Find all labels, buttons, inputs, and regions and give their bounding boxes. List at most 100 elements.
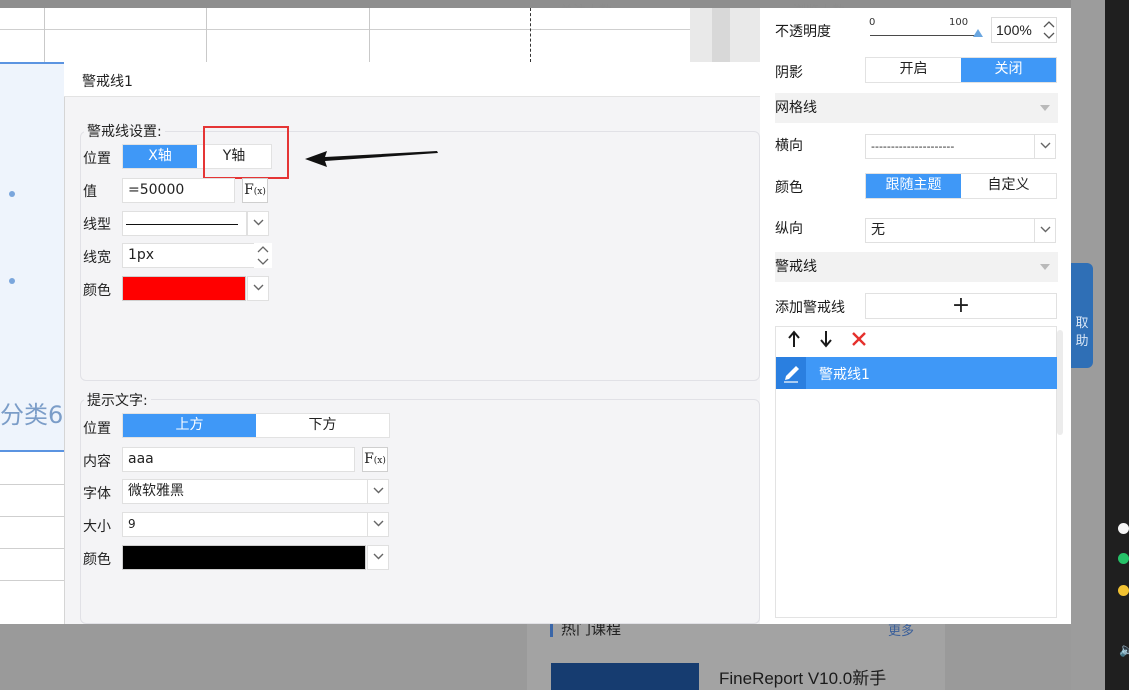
slider-thumb[interactable] [973,29,983,37]
tray-icon[interactable] [1118,585,1129,596]
chevron-down-icon[interactable] [247,276,269,301]
page-boundary-line [530,8,531,62]
vertical-label: 纵向 [775,221,803,237]
formula-sub: (x) [253,187,266,197]
above-option[interactable]: 上方 [123,414,256,437]
grid-line [369,8,370,62]
font-select[interactable]: 微软雅黑 [122,479,368,504]
shadow-off-option[interactable]: 关闭 [961,58,1056,82]
chevron-down-icon[interactable] [367,545,389,570]
content-label: 内容 [83,454,111,470]
editor-scrollbar[interactable] [712,8,730,68]
color-swatch[interactable] [122,545,366,570]
slider-max-label: 100 [949,17,969,28]
position-label: 位置 [83,421,111,437]
follow-theme-option[interactable]: 跟随主题 [866,174,961,198]
line-width-label: 线宽 [83,250,111,266]
horizontal-line-select[interactable]: --------------------- [865,134,1035,159]
section-title: 网格线 [775,100,817,116]
color-label: 颜色 [83,552,111,568]
chart-point [9,278,15,284]
content-input[interactable]: aaa [122,447,355,472]
formula-button[interactable]: F(x) [242,178,268,203]
shadow-label: 阴影 [775,65,803,81]
opacity-label: 不透明度 [775,24,831,40]
color-swatch[interactable] [122,276,246,301]
chart-category-label: 分类6 [0,401,64,429]
add-warning-button[interactable]: + [865,293,1057,319]
chevron-down-icon[interactable] [247,211,269,236]
course-thumbnail[interactable] [551,663,699,690]
opacity-spinner[interactable] [1041,17,1057,43]
grid-line [44,8,45,62]
group-title: 提示文字: [84,390,151,410]
line-width-input[interactable]: 1px [122,243,255,268]
grid-line [0,516,64,517]
slider-min-label: 0 [869,17,876,28]
formula-sub: (x) [373,456,386,466]
arrow-down-icon[interactable] [819,330,833,353]
collapse-icon [1040,264,1050,270]
color-label: 颜色 [83,283,111,299]
size-select[interactable]: 9 [122,512,368,537]
dialog-header [64,62,775,97]
float-btn-text: 助 [1075,334,1089,349]
collapse-icon [1040,105,1050,111]
font-label: 字体 [83,486,111,502]
opacity-slider[interactable] [870,35,978,36]
chart-point [9,191,15,197]
background-top-bar [0,0,1071,8]
line-type-label: 线型 [83,217,111,233]
help-float-button[interactable]: 取 助 [1071,263,1093,368]
solid-line-preview [126,224,238,225]
value-label: 值 [83,184,97,200]
grid-color-segment: 跟随主题 自定义 [865,173,1057,199]
vertical-line-select[interactable]: 无 [865,218,1035,243]
table-grid [0,8,690,62]
edit-pencil-icon[interactable] [776,357,806,389]
grid-line [206,8,207,62]
position-label: 位置 [83,151,111,167]
below-option[interactable]: 下方 [256,414,389,437]
group-title: 警戒线设置: [84,121,165,141]
chart-preview [0,62,64,452]
volume-icon[interactable]: 🔈 [1119,643,1129,658]
table-grid [0,452,64,612]
highlight-box [203,126,289,179]
grid-line [0,580,64,581]
value-input[interactable]: =50000 [122,178,235,203]
chevron-down-icon[interactable] [367,479,389,504]
arrow-up-icon[interactable] [787,330,801,353]
grid-line [0,29,690,30]
dialog-title: 警戒线1 [82,74,133,90]
formula-button[interactable]: F(x) [362,447,388,472]
warning-item-name: 警戒线1 [819,367,870,383]
wechat-icon[interactable] [1118,553,1129,564]
course-name-link[interactable]: FineReport V10.0新手 [719,664,886,689]
formula-label: F [244,182,254,198]
chevron-down-icon[interactable] [1034,134,1056,159]
shadow-on-option[interactable]: 开启 [866,58,961,82]
float-btn-text: 取 [1075,316,1089,331]
grid-section-header[interactable]: 网格线 [775,93,1058,123]
formula-label: F [364,451,374,467]
shadow-segment: 开启 关闭 [865,57,1057,83]
grid-color-label: 颜色 [775,180,803,196]
custom-option[interactable]: 自定义 [961,174,1056,198]
panel-scrollbar[interactable] [1057,330,1063,435]
add-warning-label: 添加警戒线 [775,300,845,316]
warning-section-header[interactable]: 警戒线 [775,252,1058,282]
size-label: 大小 [83,519,111,535]
chevron-down-icon[interactable] [367,512,389,537]
annotation-arrow-icon [305,151,438,167]
line-width-spinner[interactable] [254,243,272,268]
tip-position-segment: 上方 下方 [122,413,390,438]
chevron-down-icon[interactable] [1034,218,1056,243]
x-axis-option[interactable]: X轴 [123,145,197,168]
section-title: 警戒线 [775,259,817,275]
grid-line [0,484,64,485]
grid-line [0,548,64,549]
horizontal-label: 横向 [775,138,803,154]
tray-icon[interactable] [1118,523,1129,534]
delete-icon[interactable] [850,330,868,353]
